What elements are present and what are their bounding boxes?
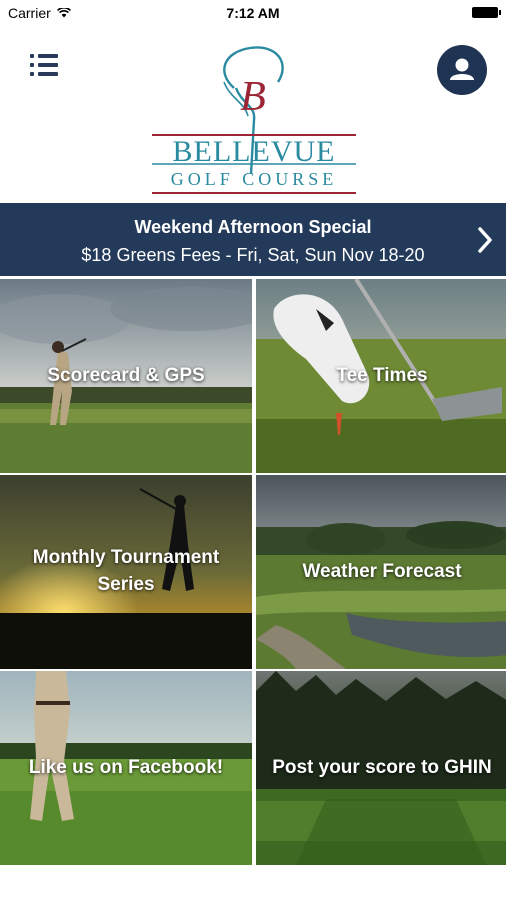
tile-label: Weather Forecast xyxy=(302,560,462,582)
promo-title: Weekend Afternoon Special xyxy=(134,217,372,237)
tile-monthly-tournament[interactable]: Monthly Tournament Series xyxy=(0,475,252,669)
tile-weather-forecast[interactable]: Weather Forecast xyxy=(256,475,506,669)
menu-grid: Scorecard & GPS Tee Times Monthly Tourna… xyxy=(0,277,506,865)
app-header: B BELLEVUE GOLF COURSE xyxy=(0,26,506,203)
logo-tagline: GOLF COURSE xyxy=(171,169,338,189)
user-icon xyxy=(450,58,474,80)
clock: 7:12 AM xyxy=(226,5,280,21)
tile-label: Like us on Facebook! xyxy=(28,756,224,778)
logo-name: BELLEVUE xyxy=(173,135,336,168)
tile-label: Tee Times xyxy=(336,364,428,386)
profile-button[interactable] xyxy=(437,45,487,95)
tile-label: Post your score to GHIN xyxy=(272,756,492,778)
tile-facebook[interactable]: Like us on Facebook! xyxy=(0,671,252,865)
status-bar: Carrier 7:12 AM xyxy=(0,0,506,26)
battery-icon xyxy=(472,7,501,18)
tile-scorecard-gps[interactable]: Scorecard & GPS xyxy=(0,279,252,473)
promo-banner[interactable]: Weekend Afternoon Special $18 Greens Fee… xyxy=(0,203,506,276)
tile-label: Scorecard & GPS xyxy=(47,364,205,386)
bellevue-logo: B BELLEVUE GOLF COURSE xyxy=(152,46,356,194)
tile-post-score-ghin[interactable]: Post your score to GHIN xyxy=(256,671,506,865)
promo-subtitle: $18 Greens Fees - Fri, Sat, Sun Nov 18-2… xyxy=(81,245,425,265)
tile-label: Monthly Tournament Series xyxy=(32,547,220,595)
bottom-spacer xyxy=(0,865,506,900)
logo-monogram: B xyxy=(240,74,266,120)
menu-icon[interactable] xyxy=(30,54,60,78)
chevron-right-icon xyxy=(478,227,492,253)
tile-tee-times[interactable]: Tee Times xyxy=(256,279,506,473)
